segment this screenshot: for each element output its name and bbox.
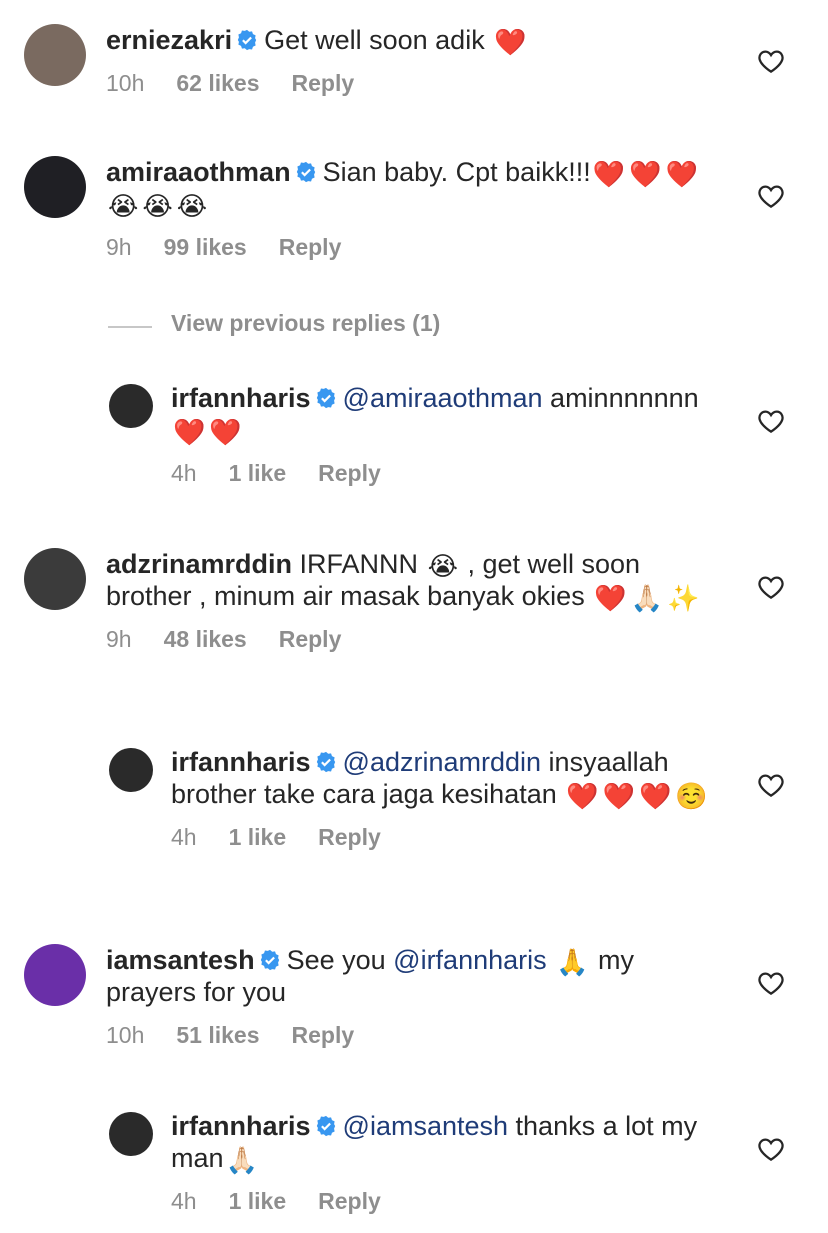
timestamp: 4h (171, 824, 197, 850)
comment-meta: 9h 48 likes Reply (106, 626, 718, 653)
verified-badge-icon (316, 387, 335, 409)
verified-badge-icon (296, 161, 315, 183)
heart-icon[interactable] (756, 572, 786, 602)
comment-text: irfannharis @adzrinamrddin insyaallah bro… (171, 746, 718, 810)
comment-meta: 10h 51 likes Reply (106, 1022, 718, 1049)
comment-meta: 4h 1 like Reply (171, 1188, 718, 1215)
heart-icon[interactable] (756, 46, 786, 76)
comment-text-fragment: IRFANNN (299, 549, 426, 579)
reply-button[interactable]: Reply (318, 824, 381, 850)
avatar[interactable] (109, 1112, 153, 1156)
timestamp: 9h (106, 626, 132, 652)
avatar[interactable] (24, 156, 86, 218)
emoji: ❤️ (494, 27, 527, 57)
username[interactable]: amiraaothman (106, 157, 291, 187)
reply-button[interactable]: Reply (318, 1188, 381, 1214)
emoji: ❤️ (566, 781, 599, 811)
mention-link[interactable]: @iamsantesh (343, 1111, 508, 1141)
reply-button[interactable]: Reply (279, 626, 342, 652)
comment-meta: 10h 62 likes Reply (106, 70, 718, 97)
emoji: ❤️ (209, 417, 242, 447)
emoji: 😭 (427, 551, 458, 581)
heart-icon[interactable] (756, 181, 786, 211)
verified-badge-icon (260, 949, 279, 971)
avatar[interactable] (24, 24, 86, 86)
emoji: ❤️ (639, 781, 672, 811)
reply-button[interactable]: Reply (279, 234, 342, 260)
emoji: ❤️ (592, 159, 626, 189)
heart-icon[interactable] (756, 770, 786, 800)
emoji: 😭 (142, 191, 173, 221)
comment-body: Get well soon adik ❤️ (264, 25, 529, 55)
username[interactable]: adzrinamrddin (106, 549, 292, 579)
likes-count[interactable]: 48 likes (164, 626, 247, 652)
emoji: 😭 (176, 191, 208, 221)
reply-button[interactable]: Reply (318, 460, 381, 486)
mention-link[interactable]: @irfannharis (393, 945, 546, 975)
divider (108, 326, 152, 328)
emoji: 😭 (108, 191, 139, 221)
comment-text-fragment: Get well soon adik (264, 25, 493, 55)
emoji: ❤️ (665, 159, 698, 189)
comment-text-fragment: aminnnnnnn (542, 383, 699, 413)
username[interactable]: irfannharis (171, 383, 311, 413)
heart-icon[interactable] (756, 968, 786, 998)
verified-badge-icon (237, 29, 257, 51)
likes-count[interactable]: 1 like (229, 460, 287, 486)
timestamp: 4h (171, 460, 197, 486)
view-previous-replies[interactable]: View previous replies (1) (108, 310, 608, 342)
comment-text: irfannharis @amiraaothman aminnnnnnn ❤️ ❤️ (171, 382, 718, 446)
emoji: ☺️ (675, 781, 708, 811)
view-previous-replies-label[interactable]: View previous replies (1) (171, 310, 440, 337)
likes-count[interactable]: 62 likes (176, 70, 259, 96)
username[interactable]: erniezakri (106, 25, 232, 55)
reply-button[interactable]: Reply (292, 70, 355, 96)
emoji: ❤️ (602, 781, 635, 811)
reply-button[interactable]: Reply (292, 1022, 355, 1048)
avatar[interactable] (24, 944, 86, 1006)
comment-text: amiraaothman Sian baby. Cpt baikk!!!❤️ ❤️ ❤… (106, 156, 718, 220)
comment-text: erniezakri Get well soon adik ❤️ (106, 24, 718, 56)
username[interactable]: iamsantesh (106, 945, 255, 975)
emoji: ❤️ (629, 159, 662, 189)
avatar[interactable] (109, 748, 153, 792)
comment-text: adzrinamrddin IRFANNN 😭 , get well soon … (106, 548, 718, 612)
avatar[interactable] (24, 548, 86, 610)
username[interactable]: irfannharis (171, 1111, 311, 1141)
comment-text-fragment: Sian baby. Cpt baikk!!! (322, 157, 591, 187)
comment-text: iamsantesh See you @irfannharis 🙏 my pray… (106, 944, 718, 1008)
likes-count[interactable]: 51 likes (176, 1022, 259, 1048)
likes-count[interactable]: 99 likes (164, 234, 247, 260)
emoji: 🙏🏻 (225, 1145, 258, 1175)
emoji: 🙏 (556, 947, 589, 977)
heart-icon[interactable] (756, 406, 786, 436)
timestamp: 10h (106, 70, 145, 96)
likes-count[interactable]: 1 like (229, 824, 287, 850)
comment-meta: 4h 1 like Reply (171, 824, 718, 851)
mention-link[interactable]: @adzrinamrddin (343, 747, 542, 777)
likes-count[interactable]: 1 like (229, 1188, 287, 1214)
verified-badge-icon (316, 751, 335, 773)
comment-text-fragment: See you (286, 945, 394, 975)
emoji: 🙏🏻 (630, 583, 663, 613)
timestamp: 4h (171, 1188, 197, 1214)
comment-meta: 9h 99 likes Reply (106, 234, 718, 261)
emoji: ❤️ (173, 417, 206, 447)
emoji: ✨ (666, 583, 700, 613)
emoji: ❤️ (594, 583, 627, 613)
comment-text-fragment (547, 945, 555, 975)
timestamp: 10h (106, 1022, 145, 1048)
username[interactable]: irfannharis (171, 747, 311, 777)
timestamp: 9h (106, 234, 132, 260)
verified-badge-icon (316, 1115, 335, 1137)
avatar[interactable] (109, 384, 153, 428)
mention-link[interactable]: @amiraaothman (343, 383, 543, 413)
heart-icon[interactable] (756, 1134, 786, 1164)
comment-meta: 4h 1 like Reply (171, 460, 718, 487)
comment-text: irfannharis @iamsantesh thanks a lot my m… (171, 1110, 718, 1174)
